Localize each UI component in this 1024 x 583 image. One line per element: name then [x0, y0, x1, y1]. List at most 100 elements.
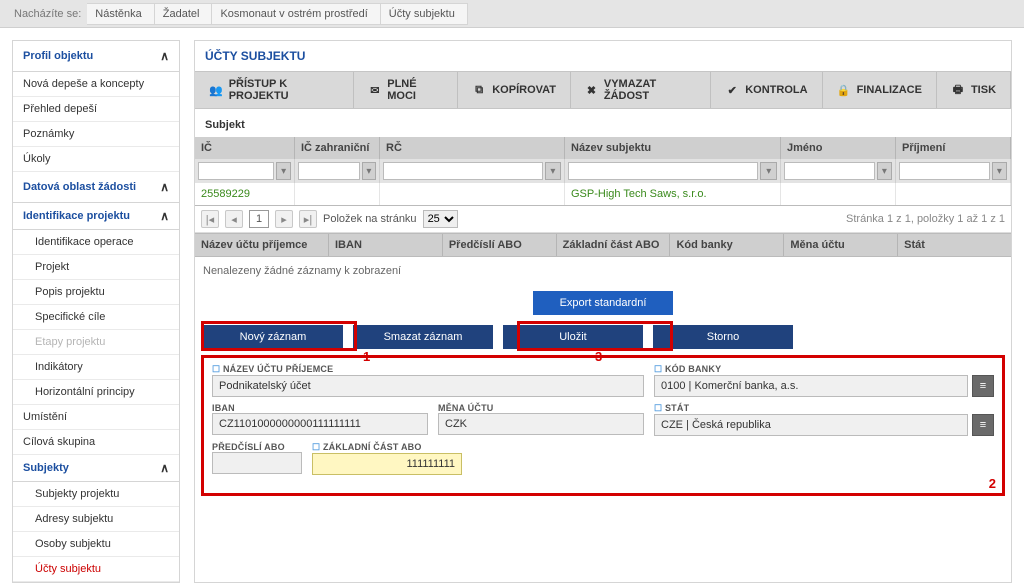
breadcrumb-label: Nacházíte se: — [8, 8, 87, 20]
iban-input[interactable]: CZ1101000000000111111111 — [212, 413, 428, 435]
toolbar-kopirovat[interactable]: ⧉ KOPÍROVAT — [458, 72, 571, 108]
col-header[interactable]: Název účtu příjemce — [195, 234, 329, 256]
sidebar-item-adresy[interactable]: Adresy subjektu — [13, 507, 179, 532]
sidebar-item[interactable]: Úkoly — [13, 147, 179, 172]
pager: |◂ ◂ 1 ▸ ▸| Položek na stránku 25 Stránk… — [195, 206, 1011, 233]
toolbar-pristup[interactable]: 👥 PŘÍSTUP K PROJEKTU — [195, 72, 354, 108]
toolbar-plne-moci[interactable]: ✉ PLNÉ MOCI — [354, 72, 458, 108]
sidebar-item[interactable]: Identifikace operace — [13, 230, 179, 255]
predcisli-input[interactable] — [212, 452, 302, 474]
toolbar: 👥 PŘÍSTUP K PROJEKTU ✉ PLNÉ MOCI ⧉ KOPÍR… — [195, 71, 1011, 109]
pager-last-icon[interactable]: ▸| — [299, 210, 317, 228]
filter-icon[interactable]: ▾ — [992, 162, 1007, 180]
sidebar-item[interactable]: Popis projektu — [13, 280, 179, 305]
filter-nazev[interactable] — [568, 162, 758, 180]
toolbar-finalizace[interactable]: 🔒 FINALIZACE — [823, 72, 937, 108]
list-icon[interactable]: ≡ — [972, 375, 994, 397]
sidebar-section-profil[interactable]: Profil objektu ∧ — [13, 41, 179, 72]
filter-icon[interactable]: ▾ — [276, 162, 291, 180]
filter-prijmeni[interactable] — [899, 162, 990, 180]
breadcrumb-item[interactable]: Účty subjektu — [381, 3, 468, 25]
pager-next-icon[interactable]: ▸ — [275, 210, 293, 228]
nazev-uctu-input[interactable]: Podnikatelský účet — [212, 375, 644, 397]
form-ucet: NÁZEV ÚČTU PŘÍJEMCE Podnikatelský účet K… — [201, 355, 1005, 496]
col-header[interactable]: Předčíslí ABO — [443, 234, 557, 256]
toolbar-label: VYMAZAT ŽÁDOST — [604, 78, 696, 102]
toolbar-kontrola[interactable]: ✔ KONTROLA — [711, 72, 822, 108]
section-subjekt: Subjekt — [195, 109, 1011, 137]
cancel-button[interactable]: Storno — [653, 325, 793, 349]
sidebar-item[interactable]: Poznámky — [13, 122, 179, 147]
pager-page-size[interactable]: 25 — [423, 210, 458, 228]
copy-icon: ⧉ — [472, 83, 486, 97]
filter-icon[interactable]: ▾ — [545, 162, 561, 180]
filter-jmeno[interactable] — [784, 162, 875, 180]
filter-rc[interactable] — [383, 162, 543, 180]
grid-subjekt: IČ IČ zahraniční RČ Název subjektu Jméno… — [195, 137, 1011, 206]
sidebar-item[interactable]: Specifické cíle — [13, 305, 179, 330]
sidebar-item[interactable]: Cílová skupina — [13, 430, 179, 455]
col-header[interactable]: Měna účtu — [784, 234, 898, 256]
field-label: KÓD BANKY — [654, 364, 994, 375]
col-header[interactable]: Základní část ABO — [557, 234, 671, 256]
sidebar-section-datova[interactable]: Datová oblast žádosti ∧ — [13, 172, 179, 203]
delete-icon: ✖ — [585, 83, 598, 97]
col-header-prijmeni[interactable]: Příjmení — [896, 137, 1011, 159]
col-header[interactable]: IBAN — [329, 234, 443, 256]
sidebar-item[interactable]: Nová depeše a koncepty — [13, 72, 179, 97]
sidebar-item[interactable]: Indikátory — [13, 355, 179, 380]
page-title: ÚČTY SUBJEKTU — [195, 41, 1011, 71]
kod-banky-input[interactable]: 0100 | Komerční banka, a.s. — [654, 375, 968, 397]
sidebar-item[interactable]: Umístění — [13, 405, 179, 430]
toolbar-tisk[interactable]: 🖶 TISK — [937, 72, 1011, 108]
filter-icz[interactable] — [298, 162, 360, 180]
col-header-rc[interactable]: RČ — [380, 137, 565, 159]
col-header-jmeno[interactable]: Jméno — [781, 137, 896, 159]
toolbar-vymazat[interactable]: ✖ VYMAZAT ŽÁDOST — [571, 72, 711, 108]
export-button[interactable]: Export standardní — [533, 291, 673, 315]
toolbar-label: PLNÉ MOCI — [387, 78, 443, 102]
list-icon[interactable]: ≡ — [972, 414, 994, 436]
col-header[interactable]: Kód banky — [670, 234, 784, 256]
col-header-nazev[interactable]: Název subjektu — [565, 137, 781, 159]
sidebar-item[interactable]: Projekt — [13, 255, 179, 280]
pager-summary: Stránka 1 z 1, položky 1 až 1 z 1 — [846, 213, 1005, 225]
sidebar-item-ucty[interactable]: Účty subjektu — [13, 557, 179, 582]
lock-icon: 🔒 — [837, 83, 851, 97]
grid-no-records: Nenalezeny žádné záznamy k zobrazení — [195, 257, 1011, 285]
filter-icon[interactable]: ▾ — [362, 162, 376, 180]
sidebar-item[interactable]: Přehled depeší — [13, 97, 179, 122]
print-icon: 🖶 — [951, 83, 965, 97]
sidebar-item-subjekty-projektu[interactable]: Subjekty projektu — [13, 482, 179, 507]
breadcrumb: Nacházíte se: Nástěnka Žadatel Kosmonaut… — [0, 0, 1024, 28]
mena-input[interactable]: CZK — [438, 413, 644, 435]
sidebar-item[interactable]: Etapy projektu — [13, 330, 179, 355]
col-header-icz[interactable]: IČ zahraniční — [295, 137, 380, 159]
field-label: MĚNA ÚČTU — [438, 403, 644, 413]
filter-icon[interactable]: ▾ — [877, 162, 892, 180]
stat-input[interactable]: CZE | Česká republika — [654, 414, 968, 436]
grid-row[interactable]: 25589229 GSP-High Tech Saws, s.r.o. — [195, 183, 1011, 205]
sidebar-item[interactable]: Horizontální principy — [13, 380, 179, 405]
cell-icz — [295, 183, 380, 205]
grid-ucty-header: Název účtu příjemce IBAN Předčíslí ABO Z… — [195, 233, 1011, 257]
toolbar-label: KONTROLA — [745, 84, 807, 96]
breadcrumb-item[interactable]: Kosmonaut v ostrém prostředí — [212, 3, 380, 25]
breadcrumb-item[interactable]: Nástěnka — [87, 3, 154, 25]
breadcrumb-item[interactable]: Žadatel — [155, 3, 213, 25]
filter-icon[interactable]: ▾ — [760, 162, 777, 180]
delete-record-button[interactable]: Smazat záznam — [353, 325, 493, 349]
filter-ic[interactable] — [198, 162, 274, 180]
pager-page[interactable]: 1 — [249, 210, 269, 228]
zakladni-cast-input[interactable]: 111111111 — [312, 453, 462, 475]
main-panel: ÚČTY SUBJEKTU 👥 PŘÍSTUP K PROJEKTU ✉ PLN… — [194, 40, 1012, 583]
pager-first-icon[interactable]: |◂ — [201, 210, 219, 228]
annotation-highlight — [201, 321, 357, 351]
sidebar-subsection-label: Subjekty — [23, 462, 69, 474]
pager-prev-icon[interactable]: ◂ — [225, 210, 243, 228]
sidebar-subsection-subjekty[interactable]: Subjekty ∧ — [13, 455, 179, 482]
col-header[interactable]: Stát — [898, 234, 1011, 256]
chevron-up-icon: ∧ — [160, 461, 169, 475]
col-header-ic[interactable]: IČ — [195, 137, 295, 159]
sidebar-subsection-identifikace[interactable]: Identifikace projektu ∧ — [13, 203, 179, 230]
